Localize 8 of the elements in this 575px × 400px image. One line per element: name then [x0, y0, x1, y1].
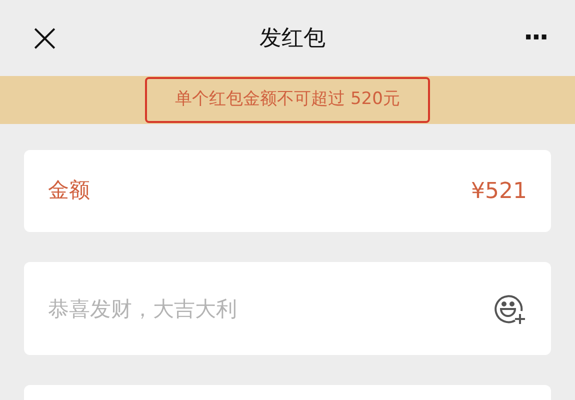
close-button[interactable]: × — [28, 18, 62, 58]
page-title: 发红包 — [259, 24, 326, 52]
greeting-field[interactable]: 恭喜发财，大吉大利 — [24, 262, 551, 355]
more-button[interactable]: ··· — [523, 25, 547, 51]
amount-label: 金额 — [48, 177, 90, 204]
notice-text: 单个红包金额不可超过 520元 — [145, 77, 430, 123]
emoji-add-icon[interactable] — [493, 292, 527, 326]
amount-value: ¥521 — [471, 178, 527, 206]
